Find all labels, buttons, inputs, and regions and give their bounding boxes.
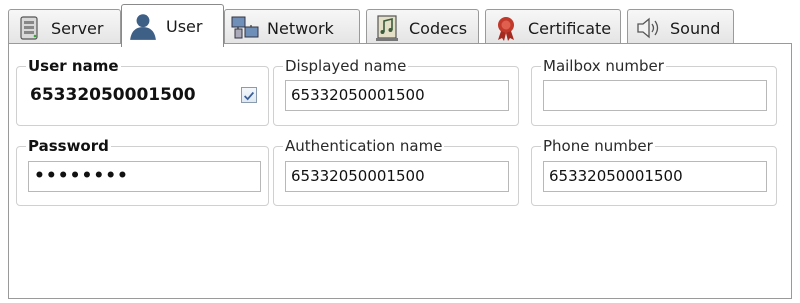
server-icon	[20, 16, 38, 40]
displayed-name-input[interactable]: 65332050001500	[285, 80, 509, 111]
network-icon	[231, 16, 259, 39]
displayed-name-group: Displayed name 65332050001500	[273, 57, 519, 126]
user-name-label: User name	[26, 57, 121, 75]
authentication-name-label: Authentication name	[283, 137, 445, 155]
tab-codecs-label: Codecs	[409, 18, 468, 38]
tab-bar: Server User Network Codecs Certificate S…	[8, 3, 734, 47]
tab-network[interactable]: Network	[224, 9, 360, 46]
mailbox-number-group: Mailbox number	[531, 57, 777, 126]
sound-icon	[637, 17, 659, 39]
user-name-checkbox[interactable]	[241, 87, 257, 103]
password-label: Password	[26, 137, 111, 155]
tab-user-label: User	[166, 16, 203, 36]
tab-codecs[interactable]: Codecs	[366, 9, 479, 46]
displayed-name-label: Displayed name	[283, 57, 409, 75]
tab-server-label: Server	[51, 18, 104, 38]
tab-sound[interactable]: Sound	[627, 9, 734, 46]
authentication-name-input[interactable]: 65332050001500	[285, 161, 509, 192]
phone-number-group: Phone number 65332050001500	[531, 137, 777, 206]
tab-user[interactable]: User	[121, 4, 224, 47]
tab-certificate-label: Certificate	[528, 18, 612, 38]
mailbox-number-input[interactable]	[543, 80, 767, 111]
user-icon	[130, 14, 156, 40]
codecs-icon	[376, 15, 398, 41]
user-name-group: User name 65332050001500	[16, 57, 269, 126]
tab-network-label: Network	[267, 18, 334, 38]
tab-certificate[interactable]: Certificate	[485, 9, 621, 46]
phone-number-input[interactable]: 65332050001500	[543, 161, 767, 192]
phone-number-label: Phone number	[541, 137, 655, 155]
checkmark-icon	[244, 91, 255, 101]
tab-server[interactable]: Server	[8, 9, 121, 46]
password-input[interactable]: ••••••••	[28, 161, 261, 192]
user-settings-panel: User name 65332050001500 Displayed name …	[8, 43, 792, 299]
mailbox-number-label: Mailbox number	[541, 57, 666, 75]
certificate-icon	[498, 17, 514, 41]
tab-sound-label: Sound	[670, 18, 721, 38]
authentication-name-group: Authentication name 65332050001500	[273, 137, 519, 206]
password-group: Password ••••••••	[16, 137, 269, 206]
user-name-input[interactable]: 65332050001500	[27, 80, 227, 111]
